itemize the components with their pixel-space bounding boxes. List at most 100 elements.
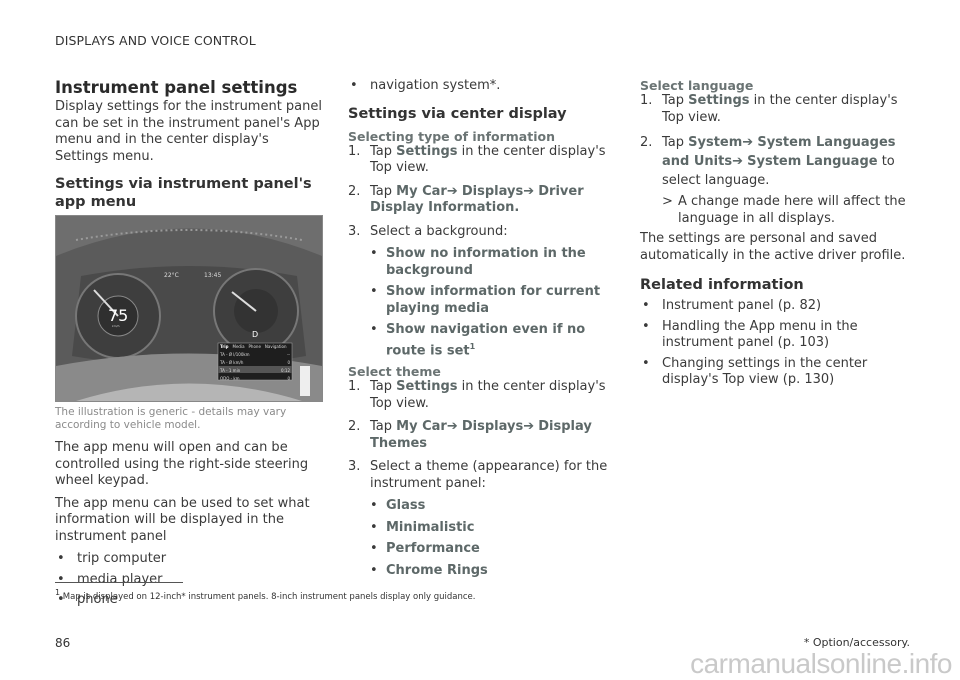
arrow-right-icon: ➔ bbox=[523, 183, 535, 199]
row-label: TA - Ø l/100km bbox=[220, 352, 250, 357]
paragraph-app-menu: The app menu can be used to set what inf… bbox=[55, 495, 310, 544]
intro-text: Display settings for the instrument pane… bbox=[55, 99, 323, 164]
related-info-title: Related information bbox=[640, 277, 804, 293]
option-text: Chrome Rings bbox=[386, 562, 488, 578]
row-label: TA - 1 min bbox=[220, 368, 241, 373]
menu-path-my-car[interactable]: My Car bbox=[396, 184, 447, 199]
page-number: 86 bbox=[55, 636, 71, 650]
step: 2. Tap System➔ System Languages and Units… bbox=[640, 133, 915, 227]
footnote-ref[interactable]: 1 bbox=[470, 342, 476, 351]
bullet-icon: • bbox=[370, 322, 378, 337]
bullet-icon: • bbox=[370, 541, 378, 557]
row-label: TA - Ø km/h bbox=[220, 360, 244, 365]
illustration-caption: The illustration is generic - details ma… bbox=[55, 406, 287, 431]
heading-select-info: Selecting type of information bbox=[348, 128, 555, 144]
theme-option[interactable]: • Minimalistic bbox=[370, 520, 623, 537]
menu-path-displays[interactable]: Displays bbox=[462, 419, 523, 434]
row-value: 0 bbox=[287, 376, 290, 381]
background-option[interactable]: • Show navigation even if no route is set… bbox=[370, 322, 623, 359]
settings-link[interactable]: Settings bbox=[396, 379, 457, 394]
bullet-icon: • bbox=[642, 318, 650, 334]
menu-path-system-language[interactable]: System Language bbox=[747, 154, 877, 169]
settings-link[interactable]: Settings bbox=[396, 144, 457, 159]
result-text: A change made here will affect the langu… bbox=[678, 194, 906, 226]
list-item: • trip computer bbox=[55, 551, 325, 568]
option-text: Show navigation even if no route is set bbox=[386, 322, 586, 358]
arrow-right-icon: ➔ bbox=[446, 419, 458, 435]
arrow-right-icon: ➔ bbox=[742, 135, 754, 150]
row-value: 0:12 bbox=[281, 368, 290, 373]
step-text: Tap bbox=[662, 93, 689, 108]
option-text: Show no information in the background bbox=[386, 246, 586, 278]
list-item-text: trip computer bbox=[77, 551, 167, 566]
related-links: • Instrument panel (p. 82) • Handling the … bbox=[640, 298, 915, 389]
speed-unit: km/h bbox=[112, 324, 120, 328]
page-title: Instrument panel settings bbox=[55, 78, 298, 97]
column-2: • navigation system*. Settings via center… bbox=[348, 78, 623, 586]
step-number: 2. bbox=[640, 135, 653, 150]
step-number: 1. bbox=[640, 93, 653, 108]
settings-link[interactable]: Settings bbox=[688, 93, 749, 108]
option-text: Minimalistic bbox=[386, 519, 475, 535]
time-readout: 13:45 bbox=[204, 272, 222, 279]
list-item: • navigation system*. bbox=[348, 78, 623, 95]
bullet-icon: • bbox=[57, 551, 65, 566]
footnote-divider bbox=[55, 582, 183, 583]
background-option[interactable]: • Show information for current playing me… bbox=[370, 284, 623, 317]
step-text: Tap bbox=[370, 143, 397, 159]
step: 2. Tap My Car➔ Displays➔ Driver Display I… bbox=[348, 184, 623, 217]
link-text: Instrument panel (p. 82) bbox=[662, 298, 822, 313]
bullet-icon: • bbox=[57, 571, 65, 587]
step-text: Tap bbox=[370, 183, 397, 199]
related-link[interactable]: • Handling the App menu in the instrument… bbox=[640, 319, 915, 352]
link-text: Changing settings in the center display'… bbox=[662, 355, 868, 388]
column-3: Select language 1. Tap Settings in the ce… bbox=[640, 78, 915, 393]
list-item-text: media player bbox=[77, 571, 163, 587]
menu-path-my-car[interactable]: My Car bbox=[396, 419, 447, 434]
background-option[interactable]: • Show no information in the background bbox=[370, 246, 623, 279]
menu-path-displays[interactable]: Displays bbox=[462, 184, 523, 199]
menu-path-system[interactable]: System bbox=[688, 135, 742, 150]
app-menu-row: TA - 1 min 0:12 bbox=[220, 368, 290, 373]
step-result: > A change made here will affect the lang… bbox=[662, 194, 915, 227]
step: 3. Select a theme (appearance) for the in… bbox=[348, 459, 623, 579]
step-text: Select a theme (appearance) for the inst… bbox=[370, 459, 608, 491]
related-link[interactable]: • Changing settings in the center display… bbox=[640, 356, 915, 389]
bullet-icon: • bbox=[350, 78, 358, 93]
step-number: 3. bbox=[348, 223, 361, 239]
app-menu-tab: Media bbox=[232, 344, 245, 349]
related-link[interactable]: • Instrument panel (p. 82) bbox=[640, 298, 915, 315]
paragraph-keypad: The app menu will open and can be contro… bbox=[55, 440, 309, 488]
link-text: Handling the App menu in the instrument … bbox=[662, 318, 858, 351]
theme-option[interactable]: • Glass bbox=[370, 498, 623, 515]
step-number: 1. bbox=[348, 379, 361, 395]
theme-option[interactable]: • Performance bbox=[370, 541, 623, 558]
step: 2. Tap My Car➔ Displays➔ Display Themes bbox=[348, 419, 623, 452]
theme-option[interactable]: • Chrome Rings bbox=[370, 563, 623, 580]
bullet-icon: • bbox=[370, 498, 378, 514]
bullet-icon: • bbox=[370, 284, 378, 299]
instrument-panel-illustration: 22°C 13:45 75 km/h D Trip Media Phone Na… bbox=[55, 215, 323, 402]
step-text: Tap bbox=[370, 419, 397, 435]
app-menu-tab: Trip bbox=[220, 344, 229, 349]
result-arrow-icon: > bbox=[662, 194, 673, 209]
language-steps: 1. Tap Settings in the center display's T… bbox=[640, 93, 915, 227]
option-text: Show information for current playing med… bbox=[386, 284, 601, 316]
step-number: 1. bbox=[348, 143, 361, 159]
row-value: -- bbox=[287, 352, 290, 357]
gear-indicator: D bbox=[252, 330, 259, 339]
step: 1. Tap Settings in the center display's T… bbox=[348, 144, 623, 177]
column-1: Instrument panel settings Display settin… bbox=[55, 78, 325, 613]
settings-saved-note: The settings are personal and saved auto… bbox=[640, 231, 906, 263]
speed-readout: 75 bbox=[108, 306, 129, 325]
list-item-text: navigation system*. bbox=[370, 78, 501, 93]
theme-options: • Glass • Minimalistic • Performance • Chrom… bbox=[370, 498, 623, 579]
app-menu-options-continued: • navigation system*. bbox=[348, 78, 623, 95]
app-menu-tab: Navigation bbox=[264, 344, 287, 349]
footnote-number: 1 bbox=[55, 588, 61, 597]
step-number: 3. bbox=[348, 459, 361, 475]
step: 3. Select a background: • Show no informat… bbox=[348, 224, 623, 360]
theme-steps: 1. Tap Settings in the center display's T… bbox=[348, 379, 623, 579]
arrow-right-icon: ➔ bbox=[523, 419, 535, 435]
app-menu-row: ODO - km 0 bbox=[220, 376, 290, 381]
